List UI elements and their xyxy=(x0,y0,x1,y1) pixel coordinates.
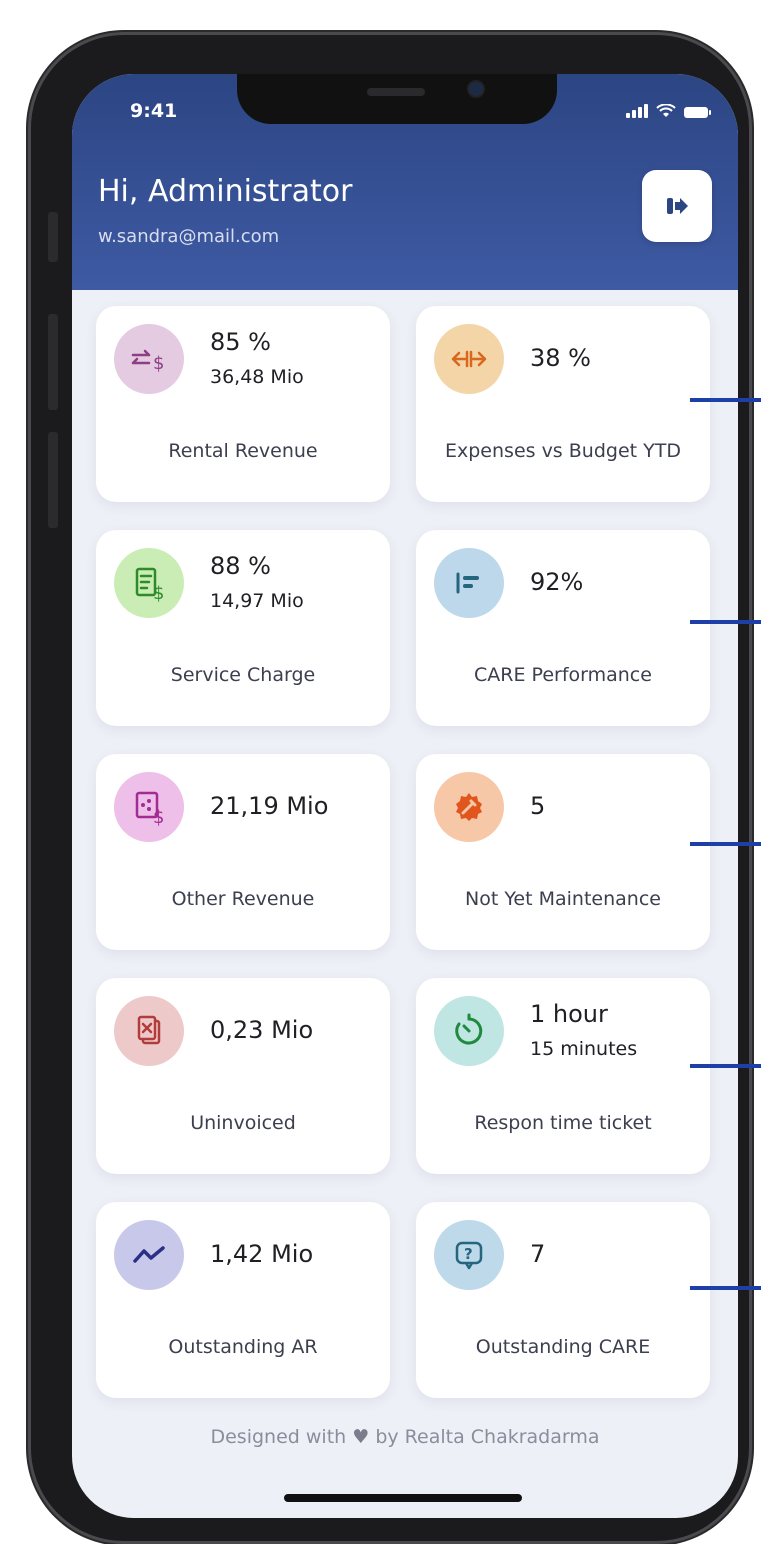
annotation-connector xyxy=(690,842,761,846)
greeting-title: Hi, Administrator xyxy=(98,174,353,209)
heart-icon: ♥ xyxy=(352,1426,370,1448)
card-subvalue: 15 minutes xyxy=(530,1038,638,1060)
svg-text:?: ? xyxy=(464,1245,473,1263)
card-outstanding-ar[interactable]: 1,42 Mio Outstanding AR xyxy=(96,1202,390,1398)
card-value: 21,19 Mio xyxy=(210,792,329,820)
card-outstanding-care[interactable]: ? 7 Outstanding CARE xyxy=(416,1202,710,1398)
camera xyxy=(469,82,483,96)
card-label: Outstanding AR xyxy=(168,1336,318,1358)
card-other-revenue[interactable]: $ 21,19 Mio Other Revenue xyxy=(96,754,390,950)
card-label: Other Revenue xyxy=(171,888,315,910)
document-dollar-icon: $ xyxy=(114,772,184,842)
notch xyxy=(237,74,557,124)
volume-down-button xyxy=(48,432,58,528)
svg-text:$: $ xyxy=(153,353,164,374)
trend-line-icon xyxy=(114,1220,184,1290)
card-uninvoiced[interactable]: 0,23 Mio Uninvoiced xyxy=(96,978,390,1174)
invoice-cancel-icon xyxy=(114,996,184,1066)
signal-icon xyxy=(626,104,648,118)
card-value: 1,42 Mio xyxy=(210,1240,314,1268)
timer-icon xyxy=(434,996,504,1066)
annotation-connector xyxy=(690,620,761,624)
logout-button[interactable] xyxy=(642,170,712,242)
footer-author: by Realta Chakradarma xyxy=(375,1426,600,1448)
logout-icon xyxy=(667,198,688,214)
footer-text: Designed with xyxy=(210,1426,347,1448)
footer-credit: Designed with ♥ by Realta Chakradarma xyxy=(72,1426,738,1448)
exchange-dollar-icon: $ xyxy=(114,324,184,394)
card-subvalue: 14,97 Mio xyxy=(210,590,304,612)
bar-list-icon xyxy=(434,548,504,618)
silent-switch xyxy=(48,212,58,262)
gear-wrench-icon xyxy=(434,772,504,842)
status-time: 9:41 xyxy=(130,100,178,122)
receipt-dollar-icon: $ xyxy=(114,548,184,618)
annotation-connector xyxy=(690,1286,761,1290)
card-label: Rental Revenue xyxy=(168,440,318,462)
card-value: 5 xyxy=(530,792,546,820)
dashboard-grid: $ 85 % 36,48 Mio Rental Revenue 38 % Exp… xyxy=(96,306,710,1398)
help-chat-icon: ? xyxy=(434,1220,504,1290)
arrows-split-icon xyxy=(434,324,504,394)
card-value: 92% xyxy=(530,568,584,596)
card-care-performance[interactable]: 92% CARE Performance xyxy=(416,530,710,726)
home-indicator xyxy=(284,1494,522,1502)
svg-text:$: $ xyxy=(153,807,164,827)
battery-icon xyxy=(684,107,711,118)
card-service-charge[interactable]: $ 88 % 14,97 Mio Service Charge xyxy=(96,530,390,726)
card-subvalue: 36,48 Mio xyxy=(210,366,304,388)
card-respon-time-ticket[interactable]: 1 hour 15 minutes Respon time ticket xyxy=(416,978,710,1174)
volume-up-button xyxy=(48,314,58,410)
card-value: 88 % xyxy=(210,552,271,580)
card-value: 85 % xyxy=(210,328,271,356)
status-icons xyxy=(626,104,711,118)
card-value: 38 % xyxy=(530,344,591,372)
svg-text:$: $ xyxy=(153,583,164,603)
card-label: Not Yet Maintenance xyxy=(465,888,661,910)
card-label: Uninvoiced xyxy=(190,1112,296,1134)
speaker xyxy=(367,88,425,96)
card-label: Expenses vs Budget YTD xyxy=(445,440,681,462)
card-label: CARE Performance xyxy=(474,664,652,686)
annotation-connector xyxy=(690,398,761,402)
card-value: 0,23 Mio xyxy=(210,1016,314,1044)
card-label: Respon time ticket xyxy=(474,1112,652,1134)
card-expenses-vs-budget[interactable]: 38 % Expenses vs Budget YTD xyxy=(416,306,710,502)
card-not-yet-maintenance[interactable]: 5 Not Yet Maintenance xyxy=(416,754,710,950)
card-label: Outstanding CARE xyxy=(475,1336,651,1358)
screen: 9:41 Hi, Administrator w.sandra@mail.com xyxy=(72,74,738,1518)
user-email: w.sandra@mail.com xyxy=(98,226,280,247)
card-value: 1 hour xyxy=(530,1000,608,1028)
wifi-icon xyxy=(656,104,676,117)
card-value: 7 xyxy=(530,1240,546,1268)
card-rental-revenue[interactable]: $ 85 % 36,48 Mio Rental Revenue xyxy=(96,306,390,502)
card-label: Service Charge xyxy=(170,664,316,686)
annotation-connector xyxy=(690,1064,761,1068)
